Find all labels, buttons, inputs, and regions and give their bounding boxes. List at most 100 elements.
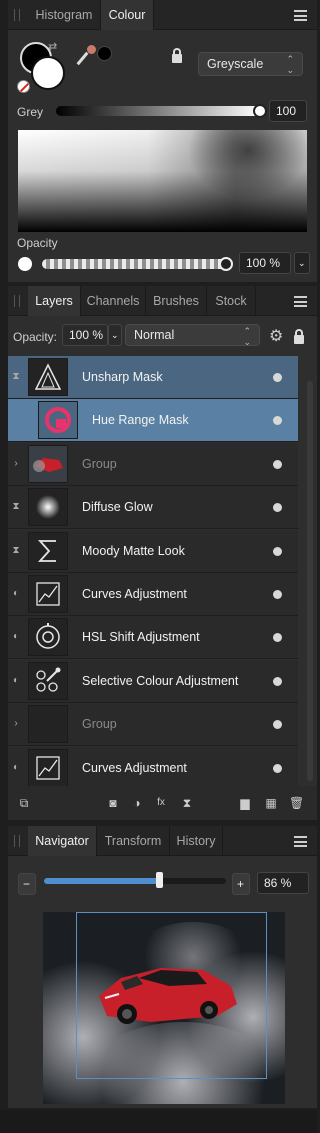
colour-gradient-picker[interactable] — [18, 130, 307, 232]
zoom-in-button[interactable]: + — [232, 873, 250, 895]
swap-colours-icon[interactable]: ⇄ — [48, 40, 57, 53]
layer-opacity-field[interactable]: 100 % — [62, 324, 108, 346]
layer-row[interactable]: ⧗ Moody Matte Look — [8, 529, 298, 573]
picked-colour-swatch[interactable] — [97, 46, 112, 61]
panel-grip-icon[interactable] — [14, 835, 20, 847]
bottom-strip — [0, 1110, 317, 1133]
opacity-dropdown-chevron-icon[interactable]: ⌄ — [294, 252, 310, 274]
tab-layers[interactable]: Layers — [28, 286, 80, 316]
zoom-out-button[interactable]: − — [18, 873, 36, 895]
layers-panel: Layers Channels Brushes Stock Opacity: 1… — [8, 286, 317, 820]
layer-name: Curves Adjustment — [82, 760, 187, 775]
opacity-slider[interactable] — [42, 259, 226, 269]
grey-slider-knob[interactable] — [253, 104, 267, 118]
add-group-folder-icon[interactable]: ▆ — [238, 796, 252, 810]
sigma-icon — [28, 531, 68, 570]
layer-row[interactable]: ◐ Curves Adjustment — [8, 746, 298, 790]
lock-icon[interactable] — [172, 48, 182, 63]
panel-menu-icon[interactable] — [294, 836, 307, 847]
layer-row[interactable]: ◐ Curves Adjustment — [8, 573, 298, 616]
layer-row[interactable]: ◐ Selective Colour Adjustment — [8, 659, 298, 703]
grey-value-field[interactable]: 100 — [269, 100, 307, 122]
hourglass-icon[interactable]: ⧗ — [11, 544, 21, 558]
colour-panel: Histogram Colour ⇄ Greyscale ⌃ ⌄ Grey 100… — [8, 0, 317, 282]
blend-mode-select[interactable]: Normal ⌃ ⌄ — [125, 324, 260, 347]
layer-expander-empty[interactable] — [11, 413, 21, 427]
chevron-right-icon[interactable]: › — [11, 717, 21, 731]
opacity-value-field[interactable]: 100 % — [239, 252, 291, 274]
arrange-layers-icon[interactable]: ⧉ — [17, 796, 31, 810]
zoom-slider-knob[interactable] — [155, 872, 163, 888]
adjustment-icon[interactable]: ◐ — [11, 587, 21, 601]
navigator-tabbar: Navigator Transform History — [8, 826, 317, 856]
hourglass-icon[interactable]: ⧗ — [11, 500, 21, 514]
tab-brushes[interactable]: Brushes — [146, 286, 206, 316]
add-adjustment-icon[interactable]: ◑ — [130, 796, 144, 810]
layer-row[interactable]: › Group — [8, 442, 298, 486]
layer-name: HSL Shift Adjustment — [82, 630, 200, 645]
grey-slider[interactable] — [56, 106, 260, 116]
adjustment-icon[interactable]: ◐ — [11, 761, 21, 775]
tab-history[interactable]: History — [170, 826, 222, 856]
colour-tabbar: Histogram Colour — [8, 0, 317, 30]
layer-name: Curves Adjustment — [82, 587, 187, 601]
layer-visibility-dot[interactable] — [273, 676, 282, 686]
layer-row[interactable]: › Group — [8, 703, 298, 747]
stroke-colour-swatch[interactable] — [31, 56, 65, 90]
layer-row[interactable]: ◐ HSL Shift Adjustment — [8, 616, 298, 660]
opacity-slider-knob[interactable] — [219, 257, 233, 271]
layer-visibility-dot[interactable] — [273, 720, 282, 730]
layer-visibility-dot[interactable] — [273, 416, 282, 426]
panel-menu-icon[interactable] — [294, 10, 307, 21]
layer-row[interactable]: ⧗ Diffuse Glow — [8, 486, 298, 530]
trash-icon[interactable]: 🗑 — [289, 796, 304, 810]
navigator-view-rectangle[interactable] — [76, 912, 267, 1079]
adjustment-icon[interactable]: ◐ — [11, 674, 21, 688]
tab-stock[interactable]: Stock — [207, 286, 255, 316]
chevron-right-icon[interactable]: › — [11, 457, 21, 471]
blend-mode-value: Normal — [134, 328, 175, 342]
layer-name: Group — [82, 456, 117, 471]
panel-grip-icon[interactable] — [14, 9, 20, 21]
colour-picker-icon[interactable] — [76, 45, 99, 67]
add-live-filter-icon[interactable]: ⧗ — [180, 796, 194, 810]
add-filter-fx-icon[interactable]: fx — [154, 796, 168, 810]
adjustment-icon[interactable]: ◐ — [11, 630, 21, 644]
opacity-label: Opacity — [17, 236, 58, 250]
panel-menu-icon[interactable] — [294, 296, 307, 307]
tab-histogram[interactable]: Histogram — [28, 0, 100, 30]
colour-mode-value: Greyscale — [207, 57, 264, 71]
add-pixel-layer-icon[interactable]: ▦ — [264, 796, 278, 810]
hourglass-icon[interactable]: ⧗ — [11, 370, 21, 384]
selective-colour-icon — [28, 661, 68, 700]
navigator-preview[interactable] — [43, 912, 285, 1104]
add-mask-icon[interactable]: ◙ — [106, 796, 120, 810]
tab-colour[interactable]: Colour — [101, 0, 153, 30]
layer-visibility-dot[interactable] — [273, 459, 282, 469]
zoom-slider-fill — [44, 878, 159, 884]
layer-visibility-dot[interactable] — [273, 763, 282, 773]
layer-visibility-dot[interactable] — [273, 373, 282, 382]
layer-visibility-dot[interactable] — [273, 633, 282, 643]
diffuse-glow-icon — [28, 488, 68, 527]
no-colour-swatch[interactable] — [17, 80, 30, 93]
car-thumbnail — [28, 444, 68, 483]
curves-icon — [28, 748, 68, 787]
layer-visibility-dot[interactable] — [273, 503, 282, 513]
layer-row[interactable]: ⧗ Unsharp Mask — [8, 356, 298, 399]
tab-channels[interactable]: Channels — [81, 286, 145, 316]
layer-row[interactable]: Hue Range Mask — [8, 399, 298, 443]
layer-name: Moody Matte Look — [82, 543, 185, 558]
zoom-value-field[interactable]: 86 % — [257, 872, 309, 894]
lock-icon[interactable] — [294, 329, 304, 344]
hue-range-mask-icon — [38, 401, 78, 440]
colour-mode-select[interactable]: Greyscale ⌃ ⌄ — [198, 52, 303, 76]
tab-transform[interactable]: Transform — [97, 826, 169, 856]
gear-icon[interactable]: ⚙ — [269, 326, 283, 346]
panel-grip-icon[interactable] — [14, 295, 20, 307]
layer-opacity-chevron-icon[interactable]: ⌄ — [108, 324, 122, 346]
tab-navigator[interactable]: Navigator — [28, 826, 96, 856]
layers-scrollbar[interactable] — [307, 381, 313, 781]
layer-visibility-dot[interactable] — [273, 590, 282, 599]
layer-visibility-dot[interactable] — [273, 546, 282, 556]
